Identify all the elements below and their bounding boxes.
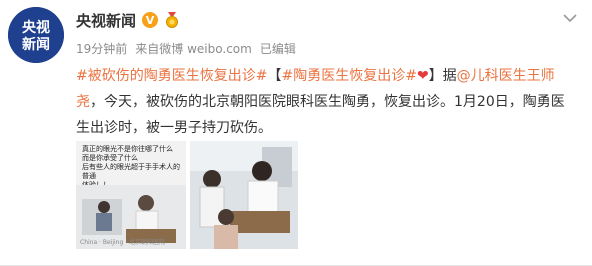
chevron-down-icon[interactable] <box>562 12 578 24</box>
avatar[interactable]: 央视 新闻 <box>8 7 64 63</box>
post-body: ，今天，被砍伤的北京朝阳医院眼科医生陶勇，恢复出诊。1月20日，陶勇医生出诊时，… <box>76 94 565 136</box>
clinic-photo-2 <box>190 141 298 249</box>
post-time[interactable]: 19分钟前 <box>76 40 127 57</box>
post-images: 真正的眼光不是你往哪了什么 而是你承受了什么 后有些人的眼光超于手手术人的普通 … <box>76 141 298 249</box>
edited-label: 已编辑 <box>259 42 296 56</box>
avatar-text-bottom: 新闻 <box>22 36 50 53</box>
cctv-news-logo: 央视 新闻 <box>8 7 64 63</box>
bracket-open: 【 <box>267 68 282 84</box>
verified-badge-icon: V <box>142 12 159 28</box>
heart-icon: ❤ <box>416 68 429 84</box>
clinic-photo-1 <box>76 185 186 249</box>
post-source[interactable]: 来自微博 weibo.com <box>135 40 252 57</box>
avatar-text-top: 央视 <box>22 19 50 36</box>
post-image-2[interactable] <box>190 141 298 249</box>
bracket-close: 】 <box>428 68 443 84</box>
weibo-post-card: 央视 新闻 央视新闻 V 19分钟前 来自微博 weibo.com 已编辑 #被… <box>0 0 592 266</box>
post-meta: 19分钟前 来自微博 weibo.com 已编辑 <box>76 40 296 57</box>
name-row: 央视新闻 V <box>76 9 180 31</box>
post-image-1[interactable]: 真正的眼光不是你往哪了什么 而是你承受了什么 后有些人的眼光超于手手术人的普通 … <box>76 141 186 249</box>
lead-text: 据 <box>442 68 457 84</box>
topic-link-2[interactable]: #陶勇医生恢复出诊# <box>281 68 416 84</box>
topic-link[interactable]: #被砍伤的陶勇医生恢复出诊# <box>76 68 267 84</box>
image-watermark: China · Beijing · 北京朝阳医院 <box>80 239 166 246</box>
medal-icon[interactable] <box>164 11 180 29</box>
account-name[interactable]: 央视新闻 <box>76 10 136 31</box>
post-text: #被砍伤的陶勇医生恢复出诊#【#陶勇医生恢复出诊#❤】据@儿科医生王师尧，今天，… <box>76 63 576 141</box>
